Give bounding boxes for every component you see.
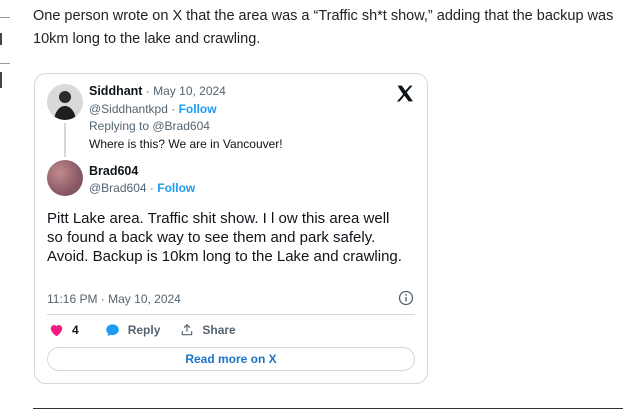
like-count: 4 bbox=[72, 323, 79, 337]
margin-tick bbox=[0, 72, 2, 88]
share-button[interactable]: Share bbox=[180, 323, 236, 337]
thread-line bbox=[64, 123, 66, 157]
author-handle: @Siddhantkpd · Follow bbox=[89, 102, 217, 116]
margin-rule bbox=[0, 63, 10, 64]
author-name[interactable]: Siddhant · May 10, 2024 bbox=[89, 84, 226, 98]
follow-link[interactable]: Follow bbox=[157, 181, 195, 195]
avatar[interactable] bbox=[47, 84, 83, 120]
reply-bubble-icon bbox=[105, 324, 119, 337]
reply-button[interactable]: Reply bbox=[105, 323, 161, 337]
author-handle: @Brad604 · Follow bbox=[89, 181, 196, 195]
divider bbox=[47, 314, 415, 315]
avatar[interactable] bbox=[47, 160, 83, 196]
section-divider bbox=[33, 408, 623, 409]
margin-tick bbox=[0, 33, 2, 45]
article-paragraph: One person wrote on X that the area was … bbox=[33, 8, 614, 47]
tweet-text: Pitt Lake area. Traffic shit show. I l o… bbox=[47, 210, 402, 265]
left-margin-marks bbox=[0, 0, 12, 412]
reply-label: Reply bbox=[127, 323, 161, 337]
tweet-actions: 4 Reply Share bbox=[49, 323, 256, 337]
replying-to: Replying to @Brad604 bbox=[89, 119, 210, 133]
tweet-timestamp[interactable]: 11:16 PM · May 10, 2024 bbox=[47, 292, 181, 306]
follow-link[interactable]: Follow bbox=[179, 102, 217, 116]
heart-icon bbox=[50, 325, 63, 337]
margin-rule bbox=[0, 17, 10, 18]
embedded-tweet[interactable]: Siddhant · May 10, 2024 @Siddhantkpd · F… bbox=[34, 73, 428, 384]
person-photo bbox=[47, 84, 83, 120]
author-name[interactable]: Brad604 bbox=[89, 164, 138, 178]
parent-tweet-text: Where is this? We are in Vancouver! bbox=[89, 137, 283, 151]
like-button[interactable]: 4 bbox=[49, 323, 79, 337]
x-logo-icon[interactable] bbox=[395, 84, 415, 104]
share-icon bbox=[182, 323, 193, 336]
info-icon[interactable] bbox=[398, 290, 414, 306]
share-label: Share bbox=[202, 323, 236, 337]
read-more-button[interactable]: Read more on X bbox=[47, 347, 415, 371]
